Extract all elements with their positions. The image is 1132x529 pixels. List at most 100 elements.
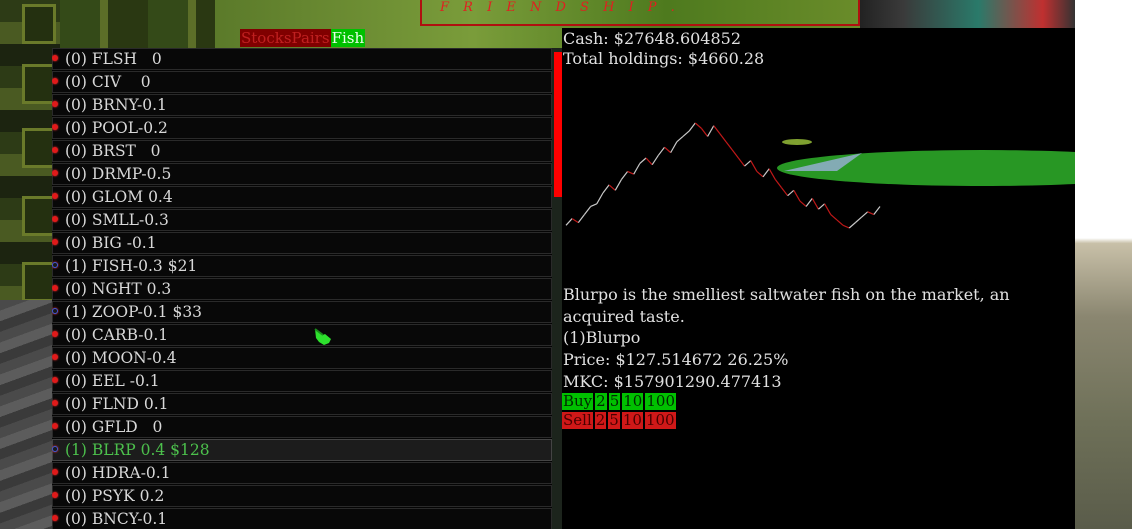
stock-row[interactable]: (0) GLOM 0.4 <box>52 186 552 208</box>
chart-segment <box>774 179 782 188</box>
stock-row[interactable]: (0) BNCY-0.1 <box>52 508 552 529</box>
stock-row[interactable]: (0) DRMP-0.5 <box>52 163 552 185</box>
stock-row[interactable]: (0) EEL -0.1 <box>52 370 552 392</box>
stock-row-label: (0) GLOM 0.4 <box>65 188 173 206</box>
status-dot-icon <box>52 55 58 61</box>
chart-segment <box>848 222 856 229</box>
chart-segment <box>596 192 604 205</box>
sell-10-button[interactable]: 10 <box>621 412 643 429</box>
stock-row[interactable]: (0) BRST 0 <box>52 140 552 162</box>
stock-row-label: (1) ZOOP-0.1 $33 <box>65 303 203 321</box>
stock-row[interactable]: (0) CARB-0.1 <box>52 324 552 346</box>
stock-row[interactable]: (0) FLND 0.1 <box>52 393 552 415</box>
stock-row-label: (0) NGHT 0.3 <box>65 280 172 298</box>
owned-indicator-icon <box>52 446 58 452</box>
status-dot-icon <box>52 193 58 199</box>
tab-fish[interactable]: Fish <box>330 29 366 47</box>
chart-segment <box>811 198 819 210</box>
background-top-tiles <box>60 0 235 48</box>
status-dot-icon <box>52 101 58 107</box>
buy-label[interactable]: Buy <box>562 393 594 410</box>
buy-100-button[interactable]: 100 <box>645 393 676 410</box>
buy-10-button[interactable]: 10 <box>622 393 644 410</box>
buy-row: Buy 2 5 10 100 <box>562 393 676 410</box>
background-tile <box>22 4 56 44</box>
status-dot-icon <box>52 469 58 475</box>
stock-row-label: (1) FISH-0.3 $21 <box>65 257 198 275</box>
chart-segment <box>590 203 598 208</box>
stock-row[interactable]: (0) NGHT 0.3 <box>52 278 552 300</box>
stock-row[interactable]: (0) POOL-0.2 <box>52 117 552 139</box>
stock-row[interactable]: (0) HDRA-0.1 <box>52 462 552 484</box>
scrollbar-thumb[interactable] <box>554 52 562 197</box>
chart-segment <box>645 157 653 166</box>
stock-row[interactable]: (0) PSYK 0.2 <box>52 485 552 507</box>
stock-row-label: (1) BLRP 0.4 $128 <box>65 441 210 459</box>
stock-row[interactable]: (1) BLRP 0.4 $128 <box>52 439 552 461</box>
stock-price: Price: $127.514672 26.25% <box>563 350 789 369</box>
chart-segment <box>719 133 727 143</box>
chart-segment <box>756 171 764 178</box>
stock-row-label: (0) SMLL-0.3 <box>65 211 169 229</box>
status-dot-icon <box>52 285 58 291</box>
chart-segment <box>694 122 702 129</box>
buy-5-button[interactable]: 5 <box>608 393 621 410</box>
chart-segment <box>768 168 776 180</box>
stock-row[interactable]: (0) GFLD 0 <box>52 416 552 438</box>
chart-segment <box>737 157 746 167</box>
chart-segment <box>608 184 616 191</box>
stock-row[interactable]: (0) FLSH 0 <box>52 48 552 70</box>
stock-row-label: (0) BRNY-0.1 <box>65 96 167 114</box>
friendship-banner: F R I E N D S H I P . <box>440 0 680 15</box>
chart-segment <box>707 125 715 137</box>
status-dot-icon <box>52 216 58 222</box>
stock-row[interactable]: (1) ZOOP-0.1 $33 <box>52 301 552 323</box>
chart-segment <box>577 214 585 223</box>
sell-5-button[interactable]: 5 <box>608 412 620 429</box>
chart-segment <box>781 187 789 197</box>
tab-stocks-pairs[interactable]: StocksPairs <box>240 29 331 47</box>
stock-list[interactable]: (0) FLSH 0 (0) CIV 0 (0) BRNY-0.1 (0) POOL-… <box>52 48 552 529</box>
stock-info-panel: Cash: $27648.604852 Total holdings: $466… <box>562 28 1075 529</box>
sell-label[interactable]: Sell <box>562 412 593 429</box>
chart-segment <box>682 130 690 137</box>
chart-segment <box>651 154 659 166</box>
chart-segment <box>627 170 634 175</box>
owned-indicator-icon <box>52 308 58 314</box>
stock-row-label: (0) CARB-0.1 <box>65 326 169 344</box>
stock-row-label: (0) FLSH 0 <box>65 50 162 68</box>
chart-segment <box>854 216 862 224</box>
chart-segment <box>602 184 610 194</box>
stock-row[interactable]: (0) BIG -0.1 <box>52 232 552 254</box>
stock-row-label: (0) BIG -0.1 <box>65 234 157 252</box>
stock-row[interactable]: (0) MOON-0.4 <box>52 347 552 369</box>
stock-row[interactable]: (0) BRNY-0.1 <box>52 94 552 116</box>
chart-segment <box>799 200 807 207</box>
chart-segment <box>830 214 838 221</box>
stock-row-label: (0) DRMP-0.5 <box>65 165 172 183</box>
stock-row-label: (0) HDRA-0.1 <box>65 464 171 482</box>
chart-segment <box>713 125 721 135</box>
chart-segment <box>664 146 672 154</box>
background-tile <box>22 196 56 236</box>
owned-indicator-icon <box>52 262 58 268</box>
stock-name: (1)Blurpo <box>563 328 641 347</box>
status-dot-icon <box>52 377 58 383</box>
market-tabs: StocksPairs Fish <box>240 29 366 47</box>
stock-row-label: (0) EEL -0.1 <box>65 372 160 390</box>
sell-2-button[interactable]: 2 <box>594 412 607 429</box>
stock-row-label: (0) GFLD 0 <box>65 418 163 436</box>
background-right-wall <box>1075 0 1132 529</box>
buy-2-button[interactable]: 2 <box>595 393 607 410</box>
status-dot-icon <box>52 331 58 337</box>
stock-row[interactable]: (1) FISH-0.3 $21 <box>52 255 552 277</box>
status-dot-icon <box>52 492 58 498</box>
sell-100-button[interactable]: 100 <box>644 412 676 429</box>
status-dot-icon <box>52 515 58 521</box>
stock-row[interactable]: (0) SMLL-0.3 <box>52 209 552 231</box>
chart-segment <box>836 219 844 226</box>
chart-segment <box>750 160 758 172</box>
stock-row[interactable]: (0) CIV 0 <box>52 71 552 93</box>
chart-segment <box>725 141 733 151</box>
chart-segment <box>639 157 647 164</box>
